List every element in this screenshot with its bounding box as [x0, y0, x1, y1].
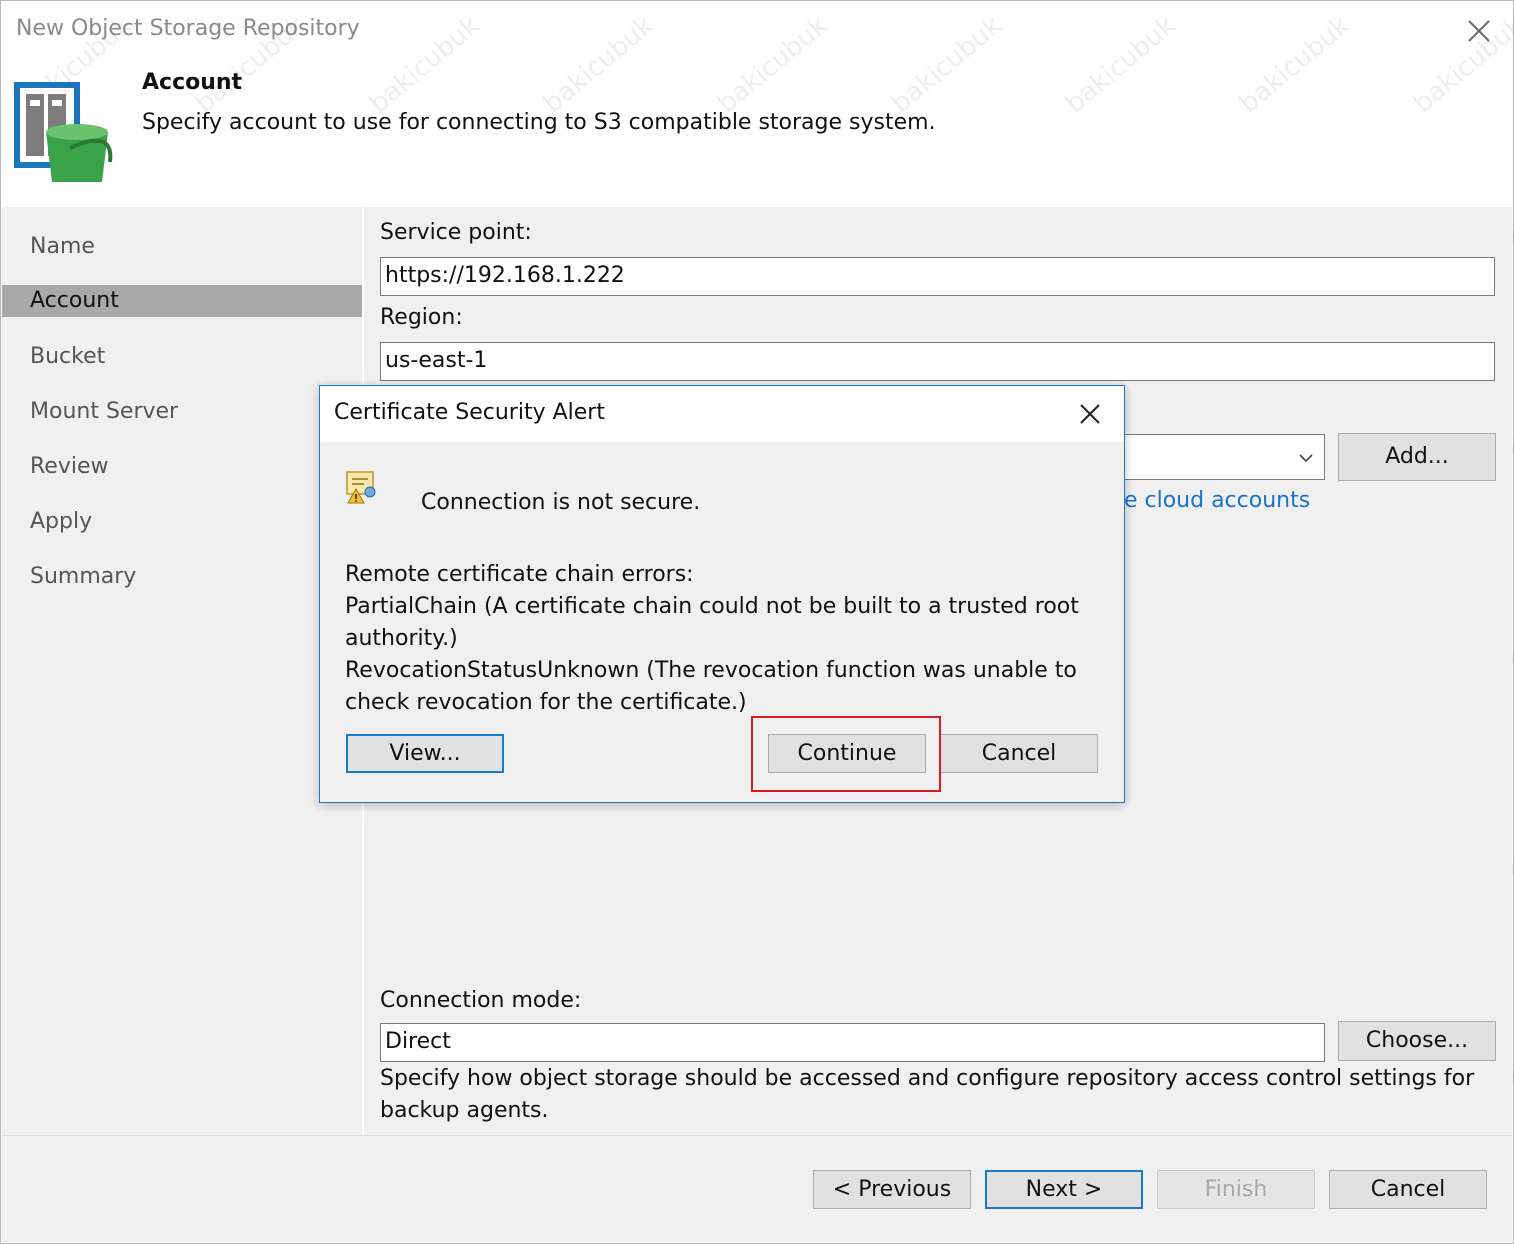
- dialog-error-line: RevocationStatusUnknown (The revocation …: [345, 658, 1077, 683]
- step-apply[interactable]: Apply: [2, 506, 362, 538]
- step-mount-server[interactable]: Mount Server: [2, 396, 362, 428]
- manage-cloud-accounts-link[interactable]: ge cloud accounts: [1110, 488, 1310, 513]
- region-input[interactable]: us-east-1: [380, 342, 1495, 381]
- dialog-error-line: Remote certificate chain errors:: [345, 562, 694, 587]
- window-title: New Object Storage Repository: [16, 16, 360, 41]
- page-title: Account: [142, 70, 243, 95]
- choose-connection-mode-button[interactable]: Choose...: [1338, 1021, 1496, 1061]
- connection-mode-help-line-2: backup agents.: [380, 1098, 549, 1123]
- dialog-title: Certificate Security Alert: [334, 400, 605, 425]
- view-certificate-button[interactable]: View...: [346, 734, 504, 773]
- dialog-headline: Connection is not secure.: [421, 490, 701, 515]
- previous-button[interactable]: < Previous: [813, 1170, 971, 1209]
- connection-mode-input: Direct: [380, 1023, 1325, 1062]
- annotation-highlight-box: [751, 716, 941, 792]
- connection-mode-help-line-1: Specify how object storage should be acc…: [380, 1066, 1475, 1091]
- dialog-error-line: check revocation for the certificate.): [345, 690, 747, 715]
- page-description: Specify account to use for connecting to…: [142, 110, 936, 135]
- certificate-warning-icon: [346, 471, 376, 504]
- step-review[interactable]: Review: [2, 451, 362, 483]
- finish-button: Finish: [1157, 1170, 1315, 1209]
- region-label: Region:: [380, 305, 463, 330]
- step-account[interactable]: Account: [2, 285, 362, 317]
- dialog-cancel-button[interactable]: Cancel: [940, 734, 1098, 773]
- service-point-input[interactable]: https://192.168.1.222: [380, 257, 1495, 296]
- service-point-label: Service point:: [380, 220, 532, 245]
- object-storage-bucket-icon: [14, 82, 113, 182]
- add-credentials-button[interactable]: Add...: [1338, 433, 1496, 481]
- step-summary[interactable]: Summary: [2, 561, 362, 593]
- next-button[interactable]: Next >: [985, 1170, 1143, 1209]
- close-icon[interactable]: [1076, 400, 1104, 428]
- dialog-error-line: PartialChain (A certificate chain could …: [345, 594, 1079, 619]
- chevron-down-icon: [1299, 454, 1313, 463]
- dialog-error-line: authority.): [345, 626, 458, 651]
- cancel-button[interactable]: Cancel: [1329, 1170, 1487, 1209]
- credentials-select[interactable]: [1110, 434, 1325, 480]
- step-bucket[interactable]: Bucket: [2, 341, 362, 373]
- close-icon[interactable]: [1462, 14, 1496, 48]
- connection-mode-label: Connection mode:: [380, 988, 582, 1013]
- step-name[interactable]: Name: [2, 231, 362, 263]
